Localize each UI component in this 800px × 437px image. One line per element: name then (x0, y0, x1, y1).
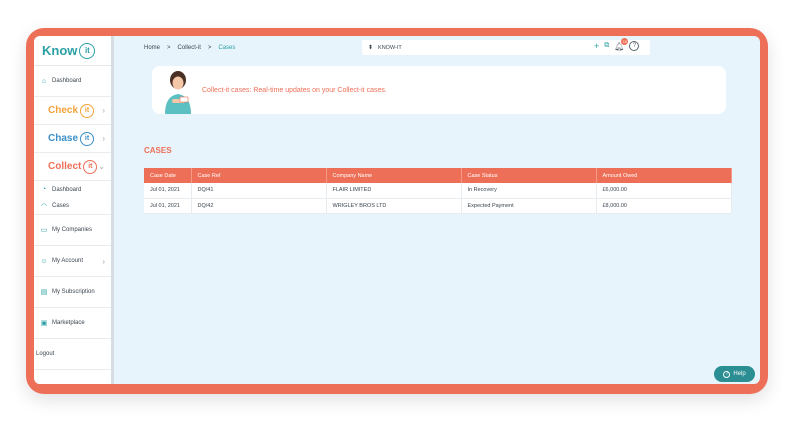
sidebar-item-collectit[interactable]: Collect it ⌄ (34, 153, 111, 181)
app-screen: Know it ⌂ Dashboard Check it › Chase it › C… (34, 36, 760, 384)
assistant-avatar (165, 71, 191, 114)
home-icon: ⌂ (41, 77, 47, 85)
sidebar-item-collect-dashboard[interactable]: ◔ Dashboard (34, 181, 111, 198)
table-row[interactable]: Jul 01, 2021 DQ/41 FLAIR LIMITED In Reco… (144, 183, 732, 199)
chevron-right-icon: › (102, 256, 105, 266)
column-header[interactable]: Company Name (326, 168, 462, 183)
chevron-down-icon: ⌄ (98, 162, 105, 171)
sidebar-item-cases[interactable]: ◠ Cases (34, 198, 111, 215)
marketplace-icon: ▣ (40, 320, 48, 327)
table-row[interactable]: Jul 01, 2021 DQ/42 WRIGLEY BROS LTD Expe… (144, 198, 732, 214)
notification-badge: 10 (621, 37, 629, 45)
dashboard-icon: ◔ (41, 186, 47, 193)
chevron-right-icon: › (102, 106, 105, 115)
logout-link[interactable]: Logout (34, 339, 111, 370)
toolbar-icons: + ⧉ 🔔︎ 10 ? (594, 37, 640, 51)
column-header[interactable]: Case Date (144, 168, 192, 183)
knowit-logo[interactable]: Know it (34, 36, 111, 66)
sidebar-item-checkit[interactable]: Check it › (34, 97, 111, 125)
help-circle-icon[interactable]: ? (629, 41, 640, 51)
sidebar-item-my-account[interactable]: ☺ My Account › (34, 246, 111, 277)
cards-icon[interactable]: ⧉ (604, 42, 609, 50)
table-header-row: Case Date Case Ref Company Name Case Sta… (144, 168, 732, 183)
companies-icon: ▭ (40, 227, 48, 234)
chevron-right-icon: › (102, 134, 105, 143)
breadcrumb-cases: Cases (218, 45, 236, 51)
subscription-icon: ▤ (40, 289, 48, 296)
info-banner: Collect-it cases: Real-time updates on y… (152, 66, 726, 114)
add-icon[interactable]: + (594, 41, 599, 51)
sidebar-item-my-companies[interactable]: ▭ My Companies (34, 215, 111, 246)
breadcrumb-home[interactable]: Home (144, 45, 160, 51)
question-icon: ? (723, 370, 731, 378)
help-button[interactable]: ? Help (714, 366, 755, 382)
banner-text: Collect-it cases: Real-time updates on y… (202, 86, 387, 94)
cases-icon: ◠ (40, 203, 48, 210)
breadcrumb: Home > Collect-it > Cases (144, 45, 236, 51)
column-header[interactable]: Amount Owed (596, 168, 732, 183)
breadcrumb-collect-it[interactable]: Collect-it (178, 45, 201, 51)
column-header[interactable]: Case Status (461, 168, 597, 183)
sidebar-item-my-subscription[interactable]: ▤ My Subscription (34, 277, 111, 308)
sort-arrows-icon: ⬍ (368, 45, 374, 51)
sidebar-item-marketplace[interactable]: ▣ Marketplace (34, 308, 111, 339)
sidebar-item-chaseit[interactable]: Chase it › (34, 125, 111, 153)
user-icon: ☺ (40, 257, 48, 265)
cases-table: Case Date Case Ref Company Name Case Sta… (144, 168, 732, 214)
sidebar: Know it ⌂ Dashboard Check it › Chase it › C… (34, 36, 114, 384)
sidebar-item-dashboard[interactable]: ⌂ Dashboard (34, 66, 111, 97)
bell-icon[interactable]: 🔔︎ 10 (614, 37, 629, 51)
cases-title: CASES (144, 146, 172, 155)
column-header[interactable]: Case Ref (191, 168, 327, 183)
